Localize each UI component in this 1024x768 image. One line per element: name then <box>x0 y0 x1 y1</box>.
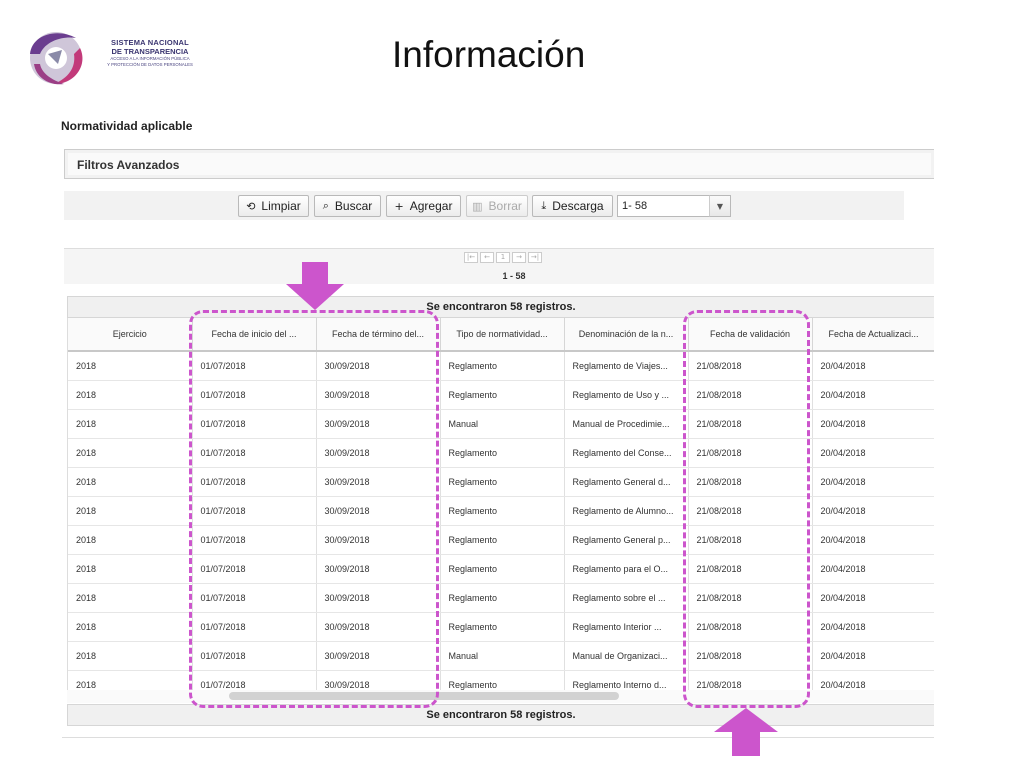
table-cell: Manual <box>440 409 565 439</box>
arrow-up-icon <box>714 708 778 756</box>
section-title: Normatividad aplicable <box>61 119 193 133</box>
first-page-icon[interactable]: |← <box>464 252 478 263</box>
table-cell: Reglamento Interior ... <box>564 612 689 642</box>
column-header[interactable]: Denominación de la n... <box>564 318 689 352</box>
table-cell: 2018 <box>68 351 193 381</box>
download-icon: ⤓ <box>541 199 547 212</box>
clear-button-label: Limpiar <box>261 199 301 213</box>
table-cell: Reglamento <box>440 670 565 690</box>
table-cell: Reglamento General p... <box>564 525 689 555</box>
table-cell: Reglamento <box>440 612 565 642</box>
table-cell: Reglamento <box>440 583 565 613</box>
pager-nav: |← ← 1 → →| <box>464 252 542 263</box>
table-cell: Manual de Organizaci... <box>564 641 689 671</box>
records-found-bottom: Se encontraron 58 registros. <box>67 704 934 726</box>
logo-line-4: y Protección de Datos Personales <box>107 62 193 67</box>
search-button[interactable]: ⌕ Buscar <box>314 195 381 217</box>
table-cell: 2018 <box>68 641 193 671</box>
slide-title: Información <box>392 34 586 75</box>
table-cell: Reglamento <box>440 554 565 584</box>
logo-line-2: de Transparencia <box>111 47 189 56</box>
table-cell: 20/04/2018 <box>812 583 934 613</box>
last-page-icon[interactable]: →| <box>528 252 542 263</box>
download-button[interactable]: ⤓ Descarga <box>532 195 613 217</box>
advanced-filters-label: Filtros Avanzados <box>77 158 180 172</box>
logo-text: Sistema Nacional de Transparencia Acceso… <box>100 38 200 68</box>
table-cell: 20/04/2018 <box>812 641 934 671</box>
search-icon: ⌕ <box>322 199 329 212</box>
table-cell: Reglamento del Conse... <box>564 438 689 468</box>
logo-line-1: Sistema Nacional <box>111 38 189 47</box>
table-cell: Reglamento <box>440 351 565 381</box>
table-cell: 2018 <box>68 496 193 526</box>
table-cell: 2018 <box>68 583 193 613</box>
arrow-down-icon <box>286 262 344 310</box>
add-button-label: Agregar <box>409 199 453 213</box>
chevron-down-icon: ▼ <box>716 201 724 211</box>
table-cell: 20/04/2018 <box>812 438 934 468</box>
table-cell: Reglamento <box>440 380 565 410</box>
column-header[interactable]: Ejercicio <box>68 318 193 352</box>
table-cell: Manual <box>440 641 565 671</box>
table-cell: Manual de Procedimie... <box>564 409 689 439</box>
delete-button[interactable]: ▥ Borrar <box>466 195 528 217</box>
table-cell: Reglamento <box>440 496 565 526</box>
table-cell: Reglamento para el O... <box>564 554 689 584</box>
table-cell: 20/04/2018 <box>812 670 934 690</box>
pager: |← ← 1 → →| 1 - 58 <box>64 248 934 284</box>
table-cell: 2018 <box>68 467 193 497</box>
annotation-dashed-box-dates <box>189 310 439 708</box>
toolbar: ⟲ Limpiar ⌕ Buscar + Agregar ▥ Borrar ⤓ … <box>64 191 904 220</box>
table-cell: Reglamento Interno d... <box>564 670 689 690</box>
table-cell: 20/04/2018 <box>812 351 934 381</box>
table-cell: 2018 <box>68 670 193 690</box>
table-cell: Reglamento sobre el ... <box>564 583 689 613</box>
column-header[interactable]: Tipo de normatividad... <box>440 318 565 352</box>
pager-range-text: 1 - 58 <box>502 271 526 281</box>
table-cell: 2018 <box>68 525 193 555</box>
table-cell: 2018 <box>68 612 193 642</box>
table-cell: Reglamento de Uso y ... <box>564 380 689 410</box>
table-cell: 2018 <box>68 438 193 468</box>
logo-emblem-icon <box>30 32 83 85</box>
table-cell: 20/04/2018 <box>812 525 934 555</box>
table-cell: 20/04/2018 <box>812 496 934 526</box>
advanced-filters-panel[interactable]: Filtros Avanzados <box>64 149 934 179</box>
table-cell: Reglamento de Alumno... <box>564 496 689 526</box>
next-page-icon[interactable]: → <box>512 252 526 263</box>
annotation-dashed-box-validation <box>683 310 810 708</box>
refresh-icon: ⟲ <box>246 199 256 213</box>
table-cell: 20/04/2018 <box>812 467 934 497</box>
table-cell: Reglamento de Viajes... <box>564 351 689 381</box>
plus-icon: + <box>394 199 404 213</box>
delete-button-label: Borrar <box>488 199 522 213</box>
range-select-value: 1- 58 <box>622 200 648 212</box>
previous-page-icon[interactable]: ← <box>480 252 494 263</box>
divider <box>62 737 934 738</box>
add-button[interactable]: + Agregar <box>386 195 461 217</box>
table-cell: Reglamento General d... <box>564 467 689 497</box>
current-page-number[interactable]: 1 <box>496 252 510 263</box>
sistema-nacional-transparencia-logo: Sistema Nacional de Transparencia Acceso… <box>18 24 193 88</box>
table-cell: 20/04/2018 <box>812 612 934 642</box>
table-cell: Reglamento <box>440 438 565 468</box>
trash-icon: ▥ <box>472 199 483 213</box>
clear-button[interactable]: ⟲ Limpiar <box>238 195 309 217</box>
table-cell: 2018 <box>68 380 193 410</box>
table-cell: Reglamento <box>440 525 565 555</box>
table-cell: 20/04/2018 <box>812 554 934 584</box>
search-button-label: Buscar <box>334 199 373 213</box>
range-select-dropdown-button[interactable]: ▼ <box>709 195 731 217</box>
download-button-label: Descarga <box>552 199 604 213</box>
table-cell: Reglamento <box>440 467 565 497</box>
table-cell: 2018 <box>68 409 193 439</box>
table-cell: 20/04/2018 <box>812 409 934 439</box>
table-cell: 2018 <box>68 554 193 584</box>
table-cell: 20/04/2018 <box>812 380 934 410</box>
column-header[interactable]: Fecha de Actualizaci... <box>812 318 934 352</box>
